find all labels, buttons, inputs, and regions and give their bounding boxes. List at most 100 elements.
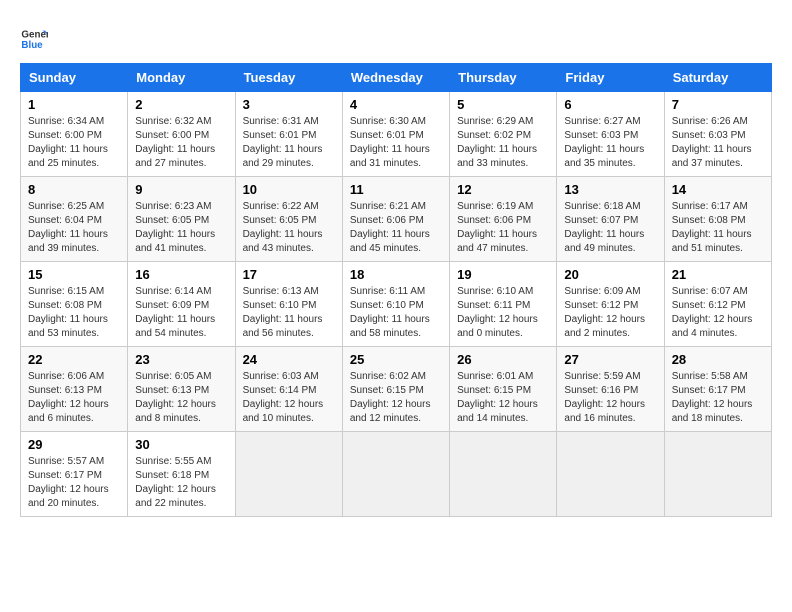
day-number: 7 (672, 97, 764, 112)
day-info: Sunrise: 5:58 AMSunset: 6:17 PMDaylight:… (672, 370, 764, 426)
calendar-day-cell: 16 Sunrise: 6:14 AMSunset: 6:09 PMDayligh… (128, 262, 235, 347)
day-number: 18 (350, 267, 442, 282)
calendar-day-cell: 8 Sunrise: 6:25 AMSunset: 6:04 PMDaylight… (21, 177, 128, 262)
logo-icon: General Blue (20, 25, 48, 53)
calendar-week-row: 8 Sunrise: 6:25 AMSunset: 6:04 PMDaylight… (21, 177, 772, 262)
day-number: 12 (457, 182, 549, 197)
day-info: Sunrise: 6:30 AMSunset: 6:01 PMDaylight:… (350, 115, 442, 171)
day-number: 30 (135, 437, 227, 452)
calendar-day-cell: 9 Sunrise: 6:23 AMSunset: 6:05 PMDaylight… (128, 177, 235, 262)
day-info: Sunrise: 6:22 AMSunset: 6:05 PMDaylight:… (243, 200, 335, 256)
day-number: 17 (243, 267, 335, 282)
calendar-day-cell (235, 432, 342, 517)
day-number: 6 (564, 97, 656, 112)
calendar-day-cell (342, 432, 449, 517)
calendar-day-cell: 13 Sunrise: 6:18 AMSunset: 6:07 PMDayligh… (557, 177, 664, 262)
day-info: Sunrise: 6:26 AMSunset: 6:03 PMDaylight:… (672, 115, 764, 171)
calendar-day-cell (450, 432, 557, 517)
calendar-day-cell: 6 Sunrise: 6:27 AMSunset: 6:03 PMDaylight… (557, 92, 664, 177)
day-info: Sunrise: 6:29 AMSunset: 6:02 PMDaylight:… (457, 115, 549, 171)
calendar-day-cell: 2 Sunrise: 6:32 AMSunset: 6:00 PMDaylight… (128, 92, 235, 177)
weekday-header-cell: Thursday (450, 64, 557, 92)
day-info: Sunrise: 6:03 AMSunset: 6:14 PMDaylight:… (243, 370, 335, 426)
day-info: Sunrise: 6:32 AMSunset: 6:00 PMDaylight:… (135, 115, 227, 171)
calendar-day-cell: 24 Sunrise: 6:03 AMSunset: 6:14 PMDayligh… (235, 347, 342, 432)
calendar-day-cell: 4 Sunrise: 6:30 AMSunset: 6:01 PMDaylight… (342, 92, 449, 177)
day-number: 2 (135, 97, 227, 112)
weekday-header-cell: Tuesday (235, 64, 342, 92)
calendar-day-cell: 7 Sunrise: 6:26 AMSunset: 6:03 PMDaylight… (664, 92, 771, 177)
day-number: 1 (28, 97, 120, 112)
calendar-week-row: 1Sunrise: 6:34 AMSunset: 6:00 PMDaylight… (21, 92, 772, 177)
weekday-header-cell: Sunday (21, 64, 128, 92)
day-info: Sunrise: 6:18 AMSunset: 6:07 PMDaylight:… (564, 200, 656, 256)
day-number: 4 (350, 97, 442, 112)
day-info: Sunrise: 6:14 AMSunset: 6:09 PMDaylight:… (135, 285, 227, 341)
calendar-day-cell: 30 Sunrise: 5:55 AMSunset: 6:18 PMDayligh… (128, 432, 235, 517)
calendar-week-row: 15 Sunrise: 6:15 AMSunset: 6:08 PMDayligh… (21, 262, 772, 347)
day-info: Sunrise: 5:57 AMSunset: 6:17 PMDaylight:… (28, 455, 120, 511)
day-info: Sunrise: 5:59 AMSunset: 6:16 PMDaylight:… (564, 370, 656, 426)
calendar-week-row: 22 Sunrise: 6:06 AMSunset: 6:13 PMDayligh… (21, 347, 772, 432)
weekday-header-cell: Saturday (664, 64, 771, 92)
calendar-day-cell: 21Sunrise: 6:07 AMSunset: 6:12 PMDayligh… (664, 262, 771, 347)
day-info: Sunrise: 6:09 AMSunset: 6:12 PMDaylight:… (564, 285, 656, 341)
day-number: 9 (135, 182, 227, 197)
day-number: 15 (28, 267, 120, 282)
day-number: 29 (28, 437, 120, 452)
day-info: Sunrise: 6:23 AMSunset: 6:05 PMDaylight:… (135, 200, 227, 256)
calendar-day-cell: 19 Sunrise: 6:10 AMSunset: 6:11 PMDayligh… (450, 262, 557, 347)
day-number: 14 (672, 182, 764, 197)
page-header: General Blue (20, 20, 772, 53)
calendar-day-cell: 26 Sunrise: 6:01 AMSunset: 6:15 PMDayligh… (450, 347, 557, 432)
weekday-header-row: SundayMondayTuesdayWednesdayThursdayFrid… (21, 64, 772, 92)
day-number: 25 (350, 352, 442, 367)
day-number: 8 (28, 182, 120, 197)
day-info: Sunrise: 5:55 AMSunset: 6:18 PMDaylight:… (135, 455, 227, 511)
weekday-header-cell: Friday (557, 64, 664, 92)
calendar-day-cell: 22 Sunrise: 6:06 AMSunset: 6:13 PMDayligh… (21, 347, 128, 432)
logo: General Blue (20, 25, 48, 53)
day-number: 13 (564, 182, 656, 197)
day-number: 19 (457, 267, 549, 282)
calendar-day-cell: 14Sunrise: 6:17 AMSunset: 6:08 PMDayligh… (664, 177, 771, 262)
day-info: Sunrise: 6:02 AMSunset: 6:15 PMDaylight:… (350, 370, 442, 426)
day-info: Sunrise: 6:06 AMSunset: 6:13 PMDaylight:… (28, 370, 120, 426)
calendar-day-cell: 15 Sunrise: 6:15 AMSunset: 6:08 PMDayligh… (21, 262, 128, 347)
day-info: Sunrise: 6:01 AMSunset: 6:15 PMDaylight:… (457, 370, 549, 426)
day-number: 16 (135, 267, 227, 282)
weekday-header-cell: Monday (128, 64, 235, 92)
day-info: Sunrise: 6:25 AMSunset: 6:04 PMDaylight:… (28, 200, 120, 256)
calendar-day-cell: 11Sunrise: 6:21 AMSunset: 6:06 PMDayligh… (342, 177, 449, 262)
day-info: Sunrise: 6:27 AMSunset: 6:03 PMDaylight:… (564, 115, 656, 171)
day-number: 24 (243, 352, 335, 367)
day-number: 3 (243, 97, 335, 112)
day-info: Sunrise: 6:31 AMSunset: 6:01 PMDaylight:… (243, 115, 335, 171)
day-number: 28 (672, 352, 764, 367)
day-info: Sunrise: 6:07 AMSunset: 6:12 PMDaylight:… (672, 285, 764, 341)
calendar-day-cell: 17Sunrise: 6:13 AMSunset: 6:10 PMDayligh… (235, 262, 342, 347)
day-number: 26 (457, 352, 549, 367)
day-info: Sunrise: 6:11 AMSunset: 6:10 PMDaylight:… (350, 285, 442, 341)
day-info: Sunrise: 6:10 AMSunset: 6:11 PMDaylight:… (457, 285, 549, 341)
calendar-day-cell: 29 Sunrise: 5:57 AMSunset: 6:17 PMDayligh… (21, 432, 128, 517)
calendar-day-cell (664, 432, 771, 517)
calendar-day-cell: 25 Sunrise: 6:02 AMSunset: 6:15 PMDayligh… (342, 347, 449, 432)
calendar-day-cell (557, 432, 664, 517)
day-number: 11 (350, 182, 442, 197)
day-info: Sunrise: 6:15 AMSunset: 6:08 PMDaylight:… (28, 285, 120, 341)
calendar-day-cell: 28 Sunrise: 5:58 AMSunset: 6:17 PMDayligh… (664, 347, 771, 432)
calendar-day-cell: 1Sunrise: 6:34 AMSunset: 6:00 PMDaylight… (21, 92, 128, 177)
day-info: Sunrise: 6:05 AMSunset: 6:13 PMDaylight:… (135, 370, 227, 426)
calendar-day-cell: 20Sunrise: 6:09 AMSunset: 6:12 PMDayligh… (557, 262, 664, 347)
calendar-body: 1Sunrise: 6:34 AMSunset: 6:00 PMDaylight… (21, 92, 772, 517)
day-number: 5 (457, 97, 549, 112)
day-info: Sunrise: 6:19 AMSunset: 6:06 PMDaylight:… (457, 200, 549, 256)
calendar-day-cell: 23 Sunrise: 6:05 AMSunset: 6:13 PMDayligh… (128, 347, 235, 432)
day-number: 22 (28, 352, 120, 367)
calendar-day-cell: 18 Sunrise: 6:11 AMSunset: 6:10 PMDayligh… (342, 262, 449, 347)
day-number: 23 (135, 352, 227, 367)
calendar-day-cell: 27Sunrise: 5:59 AMSunset: 6:16 PMDayligh… (557, 347, 664, 432)
calendar-day-cell: 12 Sunrise: 6:19 AMSunset: 6:06 PMDayligh… (450, 177, 557, 262)
calendar-week-row: 29 Sunrise: 5:57 AMSunset: 6:17 PMDayligh… (21, 432, 772, 517)
